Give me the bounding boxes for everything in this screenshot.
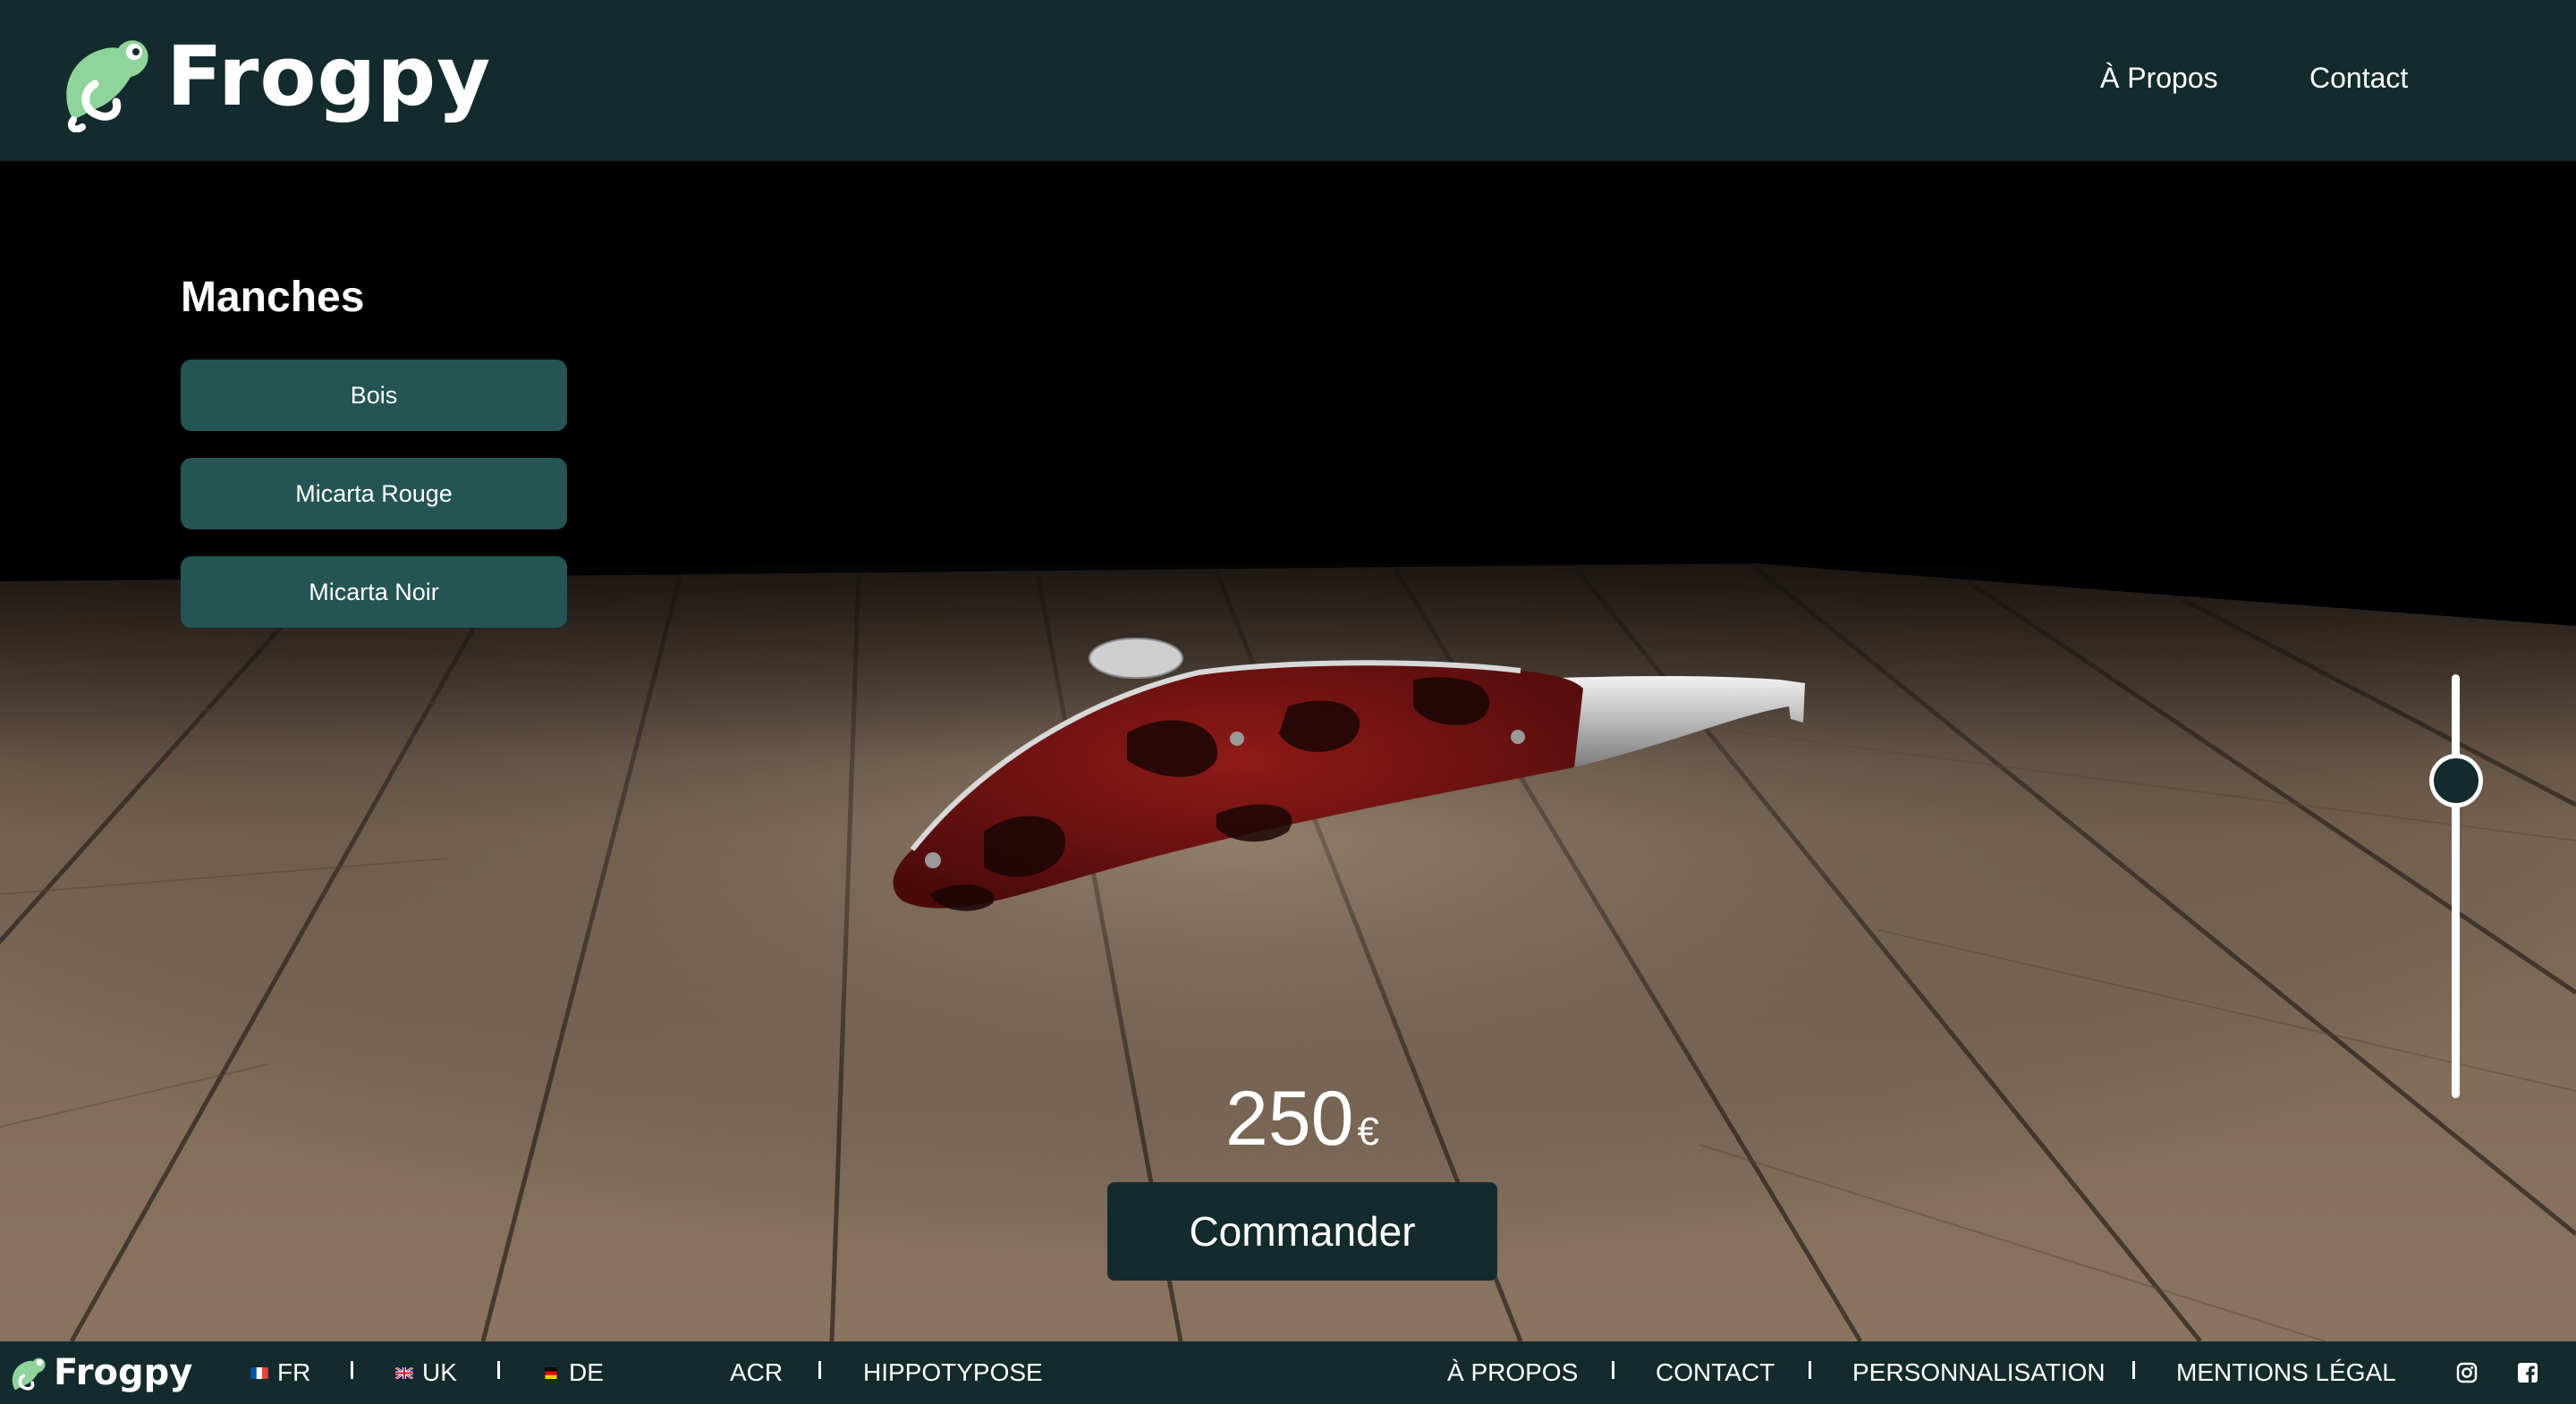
language-de[interactable]: DE (542, 1341, 604, 1404)
hoof-knife-model[interactable] (841, 626, 1843, 930)
site-logo[interactable]: Frogpy (55, 21, 491, 132)
zoom-slider-thumb[interactable] (2429, 753, 2483, 808)
footer-separator (351, 1361, 353, 1379)
handle-option-micarta-noir[interactable]: Micarta Noir (181, 556, 567, 628)
site-header: Frogpy À Propos Contact (0, 0, 2576, 161)
frog-logo-icon (12, 1357, 46, 1391)
footer-separator (1612, 1361, 1614, 1379)
instagram-link[interactable] (2456, 1341, 2478, 1404)
footer-logo[interactable]: Frogpy (7, 1341, 192, 1404)
fr-flag-icon (250, 1366, 268, 1379)
price-value: 250 (1225, 1076, 1354, 1162)
footer-link-hippotypose[interactable]: HIPPOTYPOSE (863, 1341, 1043, 1404)
zoom-slider-track[interactable] (2452, 674, 2460, 1098)
footer-separator (2132, 1361, 2135, 1379)
order-button[interactable]: Commander (1107, 1182, 1497, 1281)
facebook-icon (2518, 1363, 2538, 1383)
footer-separator (1809, 1361, 1811, 1379)
language-de-label: DE (569, 1358, 604, 1386)
de-flag-icon (545, 1366, 557, 1379)
logo-wordmark: Frogpy (166, 29, 492, 124)
footer-link-acr[interactable]: ACR (730, 1341, 783, 1404)
language-fr[interactable]: FR (250, 1341, 310, 1404)
footer-link-about[interactable]: À PROPOS (1447, 1341, 1578, 1404)
handle-option-micarta-rouge[interactable]: Micarta Rouge (181, 458, 567, 529)
footer-separator (818, 1361, 821, 1379)
frog-logo-icon (66, 40, 148, 132)
language-uk-label: UK (422, 1358, 457, 1386)
instagram-icon (2456, 1362, 2478, 1383)
footer-separator (497, 1361, 500, 1379)
price-currency: € (1357, 1110, 1379, 1154)
footer-link-contact[interactable]: CONTACT (1656, 1341, 1775, 1404)
facebook-link[interactable] (2517, 1341, 2538, 1404)
uk-flag-icon (395, 1366, 413, 1379)
price-display: 250 € (1225, 1075, 1379, 1162)
nav-about[interactable]: À Propos (2100, 55, 2218, 100)
handle-option-bois[interactable]: Bois (181, 359, 567, 431)
language-fr-label: FR (277, 1358, 311, 1386)
handles-title: Manches (181, 274, 365, 321)
footer-link-mentions-legales[interactable]: MENTIONS LÉGAL (2176, 1341, 2396, 1404)
language-uk[interactable]: UK (395, 1341, 457, 1404)
footer-link-personnalisation[interactable]: PERSONNALISATION (1852, 1341, 2106, 1404)
site-footer: Frogpy FR UK DE ACR HIPPOTYPOSE À PROPOS… (0, 1341, 2576, 1404)
nav-contact[interactable]: Contact (2309, 55, 2408, 100)
footer-logo-wordmark: Frogpy (54, 1352, 193, 1393)
